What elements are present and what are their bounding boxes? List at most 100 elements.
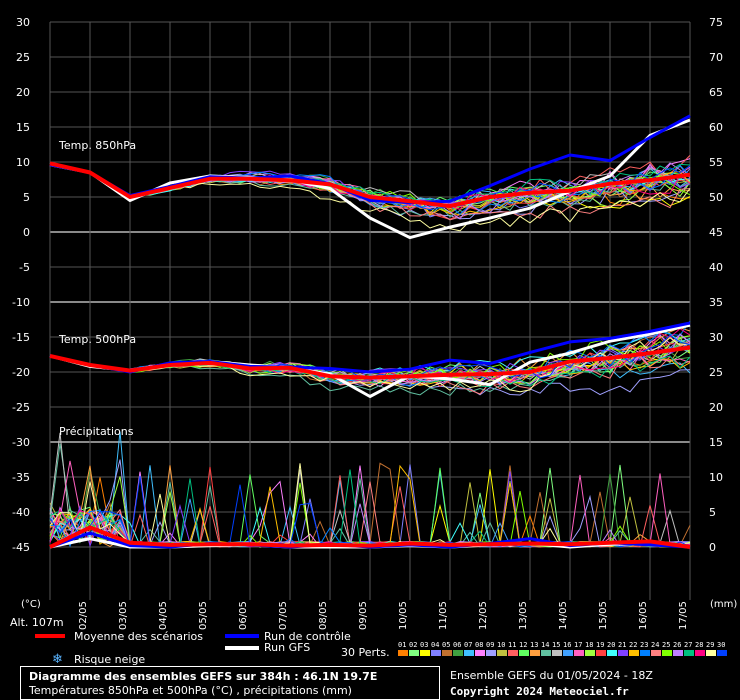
x-axis-ticks: 02/05 03/05 04/05 05/05 06/05 07/05 08/05 09/05… <box>78 601 689 630</box>
x-tick-label: 06/05 <box>238 601 249 630</box>
left-tick-label: -10 <box>12 296 30 309</box>
right-tick-label: 20 <box>709 401 723 414</box>
pert-number: 29 <box>706 641 715 649</box>
pert-color-swatch <box>453 650 463 656</box>
pert-number: 12 <box>519 641 528 649</box>
title-box: Diagramme des ensembles GEFS sur 384h : … <box>20 666 440 700</box>
pert-color-swatch <box>651 650 661 656</box>
x-tick-label: 15/05 <box>598 601 609 630</box>
left-tick-label: 25 <box>16 51 30 64</box>
pert-number: 16 <box>563 641 572 649</box>
pert-color-swatch <box>618 650 628 656</box>
pert-color-swatch <box>640 650 650 656</box>
altitude-label: Alt. 107m <box>10 616 64 629</box>
pert-number: 15 <box>552 641 561 649</box>
pert-color-swatch <box>464 650 474 656</box>
x-tick-label: 10/05 <box>398 601 409 630</box>
pert-number: 17 <box>574 641 583 649</box>
pert-color-swatch <box>530 650 540 656</box>
pert-color-swatch <box>409 650 419 656</box>
pert-color-swatch <box>585 650 595 656</box>
pert-number: 03 <box>420 641 429 649</box>
pert-color-swatch <box>431 650 441 656</box>
x-tick-label: 09/05 <box>358 601 369 630</box>
pert-number: 02 <box>409 641 418 649</box>
legend-mean-swatch <box>35 634 65 638</box>
left-tick-label: -45 <box>12 541 30 554</box>
left-tick-label: -30 <box>12 436 30 449</box>
pert-color-swatch <box>442 650 452 656</box>
left-tick-label: 20 <box>16 86 30 99</box>
right-tick-label: 55 <box>709 156 723 169</box>
pert-color-swatch <box>563 650 573 656</box>
pert-color-swatch <box>629 650 639 656</box>
left-tick-label: -15 <box>12 331 30 344</box>
right-tick-label: 30 <box>709 331 723 344</box>
pert-number: 22 <box>629 641 638 649</box>
label-precip: Précipitations <box>59 425 134 438</box>
right-tick-label: 60 <box>709 121 723 134</box>
x-tick-label: 17/05 <box>678 601 689 630</box>
left-tick-label: -25 <box>12 401 30 414</box>
right-tick-label: 35 <box>709 296 723 309</box>
left-tick-label: -5 <box>19 261 30 274</box>
pert-number: 04 <box>431 641 440 649</box>
ensemble-chart: 302520151050-5-10-15-20-25-30-35-40-45 7… <box>12 16 723 630</box>
snowflake-icon: ❄ <box>52 652 63 667</box>
pert-number: 19 <box>596 641 605 649</box>
pert-color-swatch <box>508 650 518 656</box>
x-tick-label: 13/05 <box>518 601 529 630</box>
x-tick-label: 08/05 <box>318 601 329 630</box>
pert-number: 20 <box>607 641 616 649</box>
pert-color-swatch <box>398 650 408 656</box>
x-tick-label: 05/05 <box>198 601 209 630</box>
right-tick-label: 45 <box>709 226 723 239</box>
pert-number: 11 <box>508 641 517 649</box>
left-tick-label: 10 <box>16 156 30 169</box>
right-tick-label: 25 <box>709 366 723 379</box>
left-axis-ticks: 30 25 20 15 10 5 0 -5 -10 -15 -20 -25 -30 -35 -40 -45 <box>12 16 30 554</box>
left-tick-label: 5 <box>23 191 30 204</box>
legend-snow-label: Risque neige <box>74 653 146 666</box>
legend-mean-label: Moyenne des scénarios <box>74 630 203 643</box>
left-tick-label: 0 <box>23 226 30 239</box>
left-tick-label: -40 <box>12 506 30 519</box>
left-tick-label: 15 <box>16 121 30 134</box>
pert-color-swatch <box>420 650 430 656</box>
legend-control-swatch <box>225 634 259 638</box>
pert-number: 07 <box>464 641 473 649</box>
pert-number: 21 <box>618 641 627 649</box>
pert-color-swatch <box>596 650 606 656</box>
pert-color-swatch <box>497 650 507 656</box>
pert-number: 27 <box>684 641 693 649</box>
right-tick-label: 0 <box>709 541 716 554</box>
pert-number: 06 <box>453 641 462 649</box>
run-info: Ensemble GEFS du 01/05/2024 - 18Z <box>450 669 653 682</box>
left-tick-label: -35 <box>12 471 30 484</box>
left-unit-label: (°C) <box>21 599 41 610</box>
pert-color-swatch <box>673 650 683 656</box>
label-t850: Temp. 850hPa <box>59 139 137 152</box>
pert-number: 13 <box>530 641 539 649</box>
pert-color-swatch <box>717 650 727 656</box>
pert-color-swatch <box>475 650 485 656</box>
pert-color-swatch <box>541 650 551 656</box>
right-tick-label: 5 <box>709 506 716 519</box>
pert-color-swatch <box>552 650 562 656</box>
copyright: Copyright 2024 Meteociel.fr <box>450 685 629 698</box>
pert-color-swatch <box>574 650 584 656</box>
right-tick-label: 40 <box>709 261 723 274</box>
right-tick-label: 65 <box>709 86 723 99</box>
pert-number: 26 <box>673 641 682 649</box>
pert-number: 09 <box>486 641 495 649</box>
pert-number: 05 <box>442 641 451 649</box>
pert-color-swatch <box>519 650 529 656</box>
pert-color-swatch <box>607 650 617 656</box>
chart-subtitle: Températures 850hPa et 500hPa (°C) , pré… <box>29 684 352 697</box>
right-axis-ticks: 757065605550454035302520151050 <box>709 16 723 554</box>
pert-number: 18 <box>585 641 594 649</box>
right-tick-label: 15 <box>709 436 723 449</box>
pert-number: 23 <box>640 641 649 649</box>
pert-color-swatch <box>706 650 716 656</box>
right-tick-label: 10 <box>709 471 723 484</box>
